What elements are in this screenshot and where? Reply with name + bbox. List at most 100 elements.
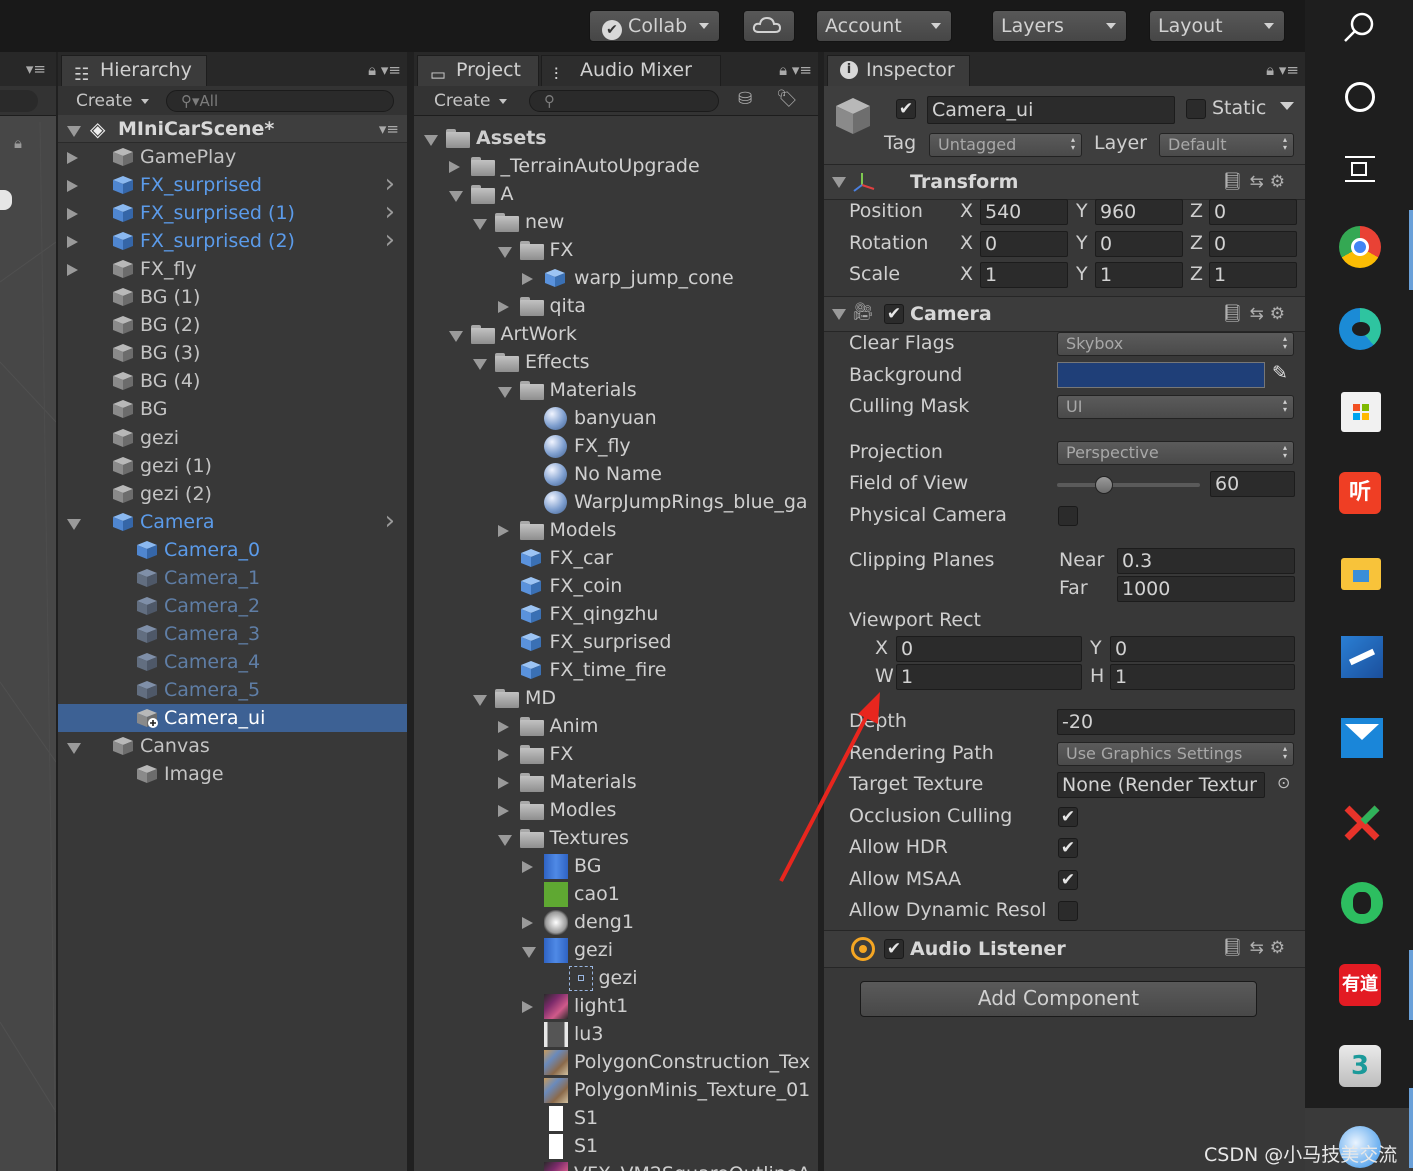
project-row[interactable]: S1 (414, 1104, 818, 1132)
hierarchy-row[interactable]: gezi (1) (58, 452, 407, 480)
expand-arrow[interactable] (497, 247, 512, 258)
search-input[interactable]: ⚲ (529, 90, 719, 112)
expand-arrow[interactable] (473, 219, 487, 230)
hierarchy-row[interactable]: BG (2) (58, 311, 407, 339)
cloud-button[interactable] (743, 10, 795, 42)
hierarchy-row[interactable]: Canvas (58, 732, 407, 760)
project-row[interactable]: PolygonConstruction_Tex (414, 1048, 818, 1076)
layer-dropdown[interactable]: Default (1159, 133, 1294, 157)
position-x-field[interactable]: 540 (980, 199, 1068, 225)
hierarchy-row[interactable]: Image (58, 760, 407, 788)
expand-arrow[interactable] (448, 161, 460, 173)
chevron-right-icon[interactable]: › (385, 199, 395, 225)
viewport-y-field[interactable]: 0 (1110, 636, 1295, 662)
tag-dropdown[interactable]: Untagged (929, 133, 1082, 157)
hierarchy-row[interactable]: BG (58, 395, 407, 423)
chevron-right-icon[interactable]: › (385, 171, 395, 197)
camera-enabled-checkbox[interactable]: ✔ (884, 304, 904, 324)
project-row[interactable]: FX (414, 740, 818, 768)
chrome-icon[interactable] (1339, 226, 1381, 268)
account-dropdown[interactable]: Account (816, 10, 952, 42)
search-input[interactable]: ⚲▾All (166, 90, 394, 112)
project-row[interactable]: FX_surprised (414, 628, 818, 656)
youdao-icon[interactable]: 有道 (1339, 964, 1381, 1006)
far-field[interactable]: 1000 (1117, 576, 1295, 602)
viewport-w-field[interactable]: 1 (896, 664, 1082, 690)
static-dropdown-icon[interactable] (1280, 102, 1294, 110)
allow-dynamic-resolution-checkbox[interactable] (1058, 901, 1078, 921)
expand-arrow[interactable] (473, 695, 487, 706)
layers-dropdown[interactable]: Layers (992, 10, 1127, 42)
hierarchy-row[interactable]: Camera_1 (58, 564, 407, 592)
hierarchy-row[interactable]: gezi (2) (58, 480, 407, 508)
project-row[interactable]: No Name (414, 460, 818, 488)
project-row[interactable]: qita (414, 292, 818, 320)
expand-arrow[interactable] (448, 191, 463, 202)
scale-y-field[interactable]: 1 (1095, 262, 1183, 288)
layout-dropdown[interactable]: Layout (1149, 10, 1285, 42)
expand-arrow[interactable] (67, 236, 78, 249)
project-row[interactable]: new (414, 208, 818, 236)
search-icon[interactable] (1341, 10, 1377, 46)
project-row[interactable]: MD (414, 684, 818, 712)
expand-arrow[interactable] (497, 721, 509, 733)
scene-view-panel[interactable]: ▾≡ 🔒︎ (0, 52, 56, 1171)
scale-x-field[interactable]: 1 (980, 262, 1068, 288)
xmind-icon[interactable] (1341, 802, 1383, 844)
expand-arrow[interactable] (522, 917, 533, 929)
target-texture-field[interactable]: None (Render Textur (1057, 772, 1265, 798)
hierarchy-row[interactable]: BG (4) (58, 367, 407, 395)
expand-arrow[interactable] (497, 777, 509, 789)
chevron-right-icon[interactable]: › (385, 227, 395, 253)
project-row[interactable]: cao1 (414, 880, 818, 908)
project-row[interactable]: Assets (414, 124, 818, 152)
project-row[interactable]: light1 (414, 992, 818, 1020)
component-tools-icons[interactable]: 📘︎⇆⚙︎ (1222, 172, 1291, 192)
edge-icon[interactable] (1339, 308, 1381, 350)
project-row[interactable]: FX_fly (414, 432, 818, 460)
project-row[interactable]: banyuan (414, 404, 818, 432)
hierarchy-row[interactable]: GamePlay (58, 143, 407, 171)
expand-arrow[interactable] (497, 805, 509, 817)
rotation-y-field[interactable]: 0 (1095, 231, 1183, 257)
hierarchy-row[interactable]: Camera_5 (58, 676, 407, 704)
component-tools-icons[interactable]: 📘︎⇆⚙︎ (1222, 938, 1291, 958)
audio-listener-header[interactable]: ✔ Audio Listener 📘︎⇆⚙︎ (824, 930, 1305, 968)
project-row[interactable]: warp_jump_cone (414, 264, 818, 292)
lock-menu-icon[interactable]: 🔒︎ ▾≡ (1266, 61, 1299, 79)
project-row[interactable]: BG (414, 852, 818, 880)
project-row[interactable]: Materials (414, 376, 818, 404)
project-row[interactable]: Models (414, 516, 818, 544)
project-row[interactable]: VFX_VM2SquareOutlineA (414, 1160, 818, 1171)
tab-audio-mixer[interactable]: ⫶ Audio Mixer (541, 55, 721, 86)
project-row[interactable]: FX_time_fire (414, 656, 818, 684)
expand-arrow[interactable] (497, 301, 509, 313)
project-row[interactable]: lu3 (414, 1020, 818, 1048)
project-row[interactable]: _TerrainAutoUpgrade (414, 152, 818, 180)
add-component-button[interactable]: Add Component (860, 981, 1257, 1017)
active-checkbox[interactable]: ✔ (896, 99, 916, 119)
viewport-x-field[interactable]: 0 (896, 636, 1082, 662)
hierarchy-row[interactable]: Camera › (58, 508, 407, 536)
position-z-field[interactable]: 0 (1209, 199, 1297, 225)
hierarchy-row[interactable]: BG (1) (58, 283, 407, 311)
camera-header[interactable]: 🎥︎ ✔ Camera 📘︎⇆⚙︎ (824, 296, 1305, 332)
project-row[interactable]: WarpJumpRings_blue_ga (414, 488, 818, 516)
scene-row[interactable]: ◈ MIniCarScene* ▾≡ (58, 115, 407, 143)
create-dropdown[interactable]: Create (76, 89, 149, 113)
expand-arrow[interactable] (67, 180, 78, 193)
projection-dropdown[interactable]: Perspective (1057, 441, 1294, 465)
listen-app-icon[interactable]: 听 (1339, 472, 1381, 514)
depth-field[interactable]: -20 (1057, 709, 1295, 735)
cortana-icon[interactable] (1345, 82, 1375, 112)
label-tag-icon[interactable]: 🏷︎ (776, 89, 798, 109)
expand-arrow[interactable] (424, 135, 438, 146)
position-y-field[interactable]: 960 (1095, 199, 1183, 225)
expand-arrow[interactable] (522, 861, 533, 873)
expand-arrow[interactable] (497, 835, 512, 846)
lock-menu-icon[interactable]: 🔒︎ ▾≡ (368, 61, 401, 79)
project-row[interactable]: Modles (414, 796, 818, 824)
project-row[interactable]: ArtWork (414, 320, 818, 348)
project-row[interactable]: S1 (414, 1132, 818, 1160)
tab-project[interactable]: ▭ Project (417, 55, 539, 86)
